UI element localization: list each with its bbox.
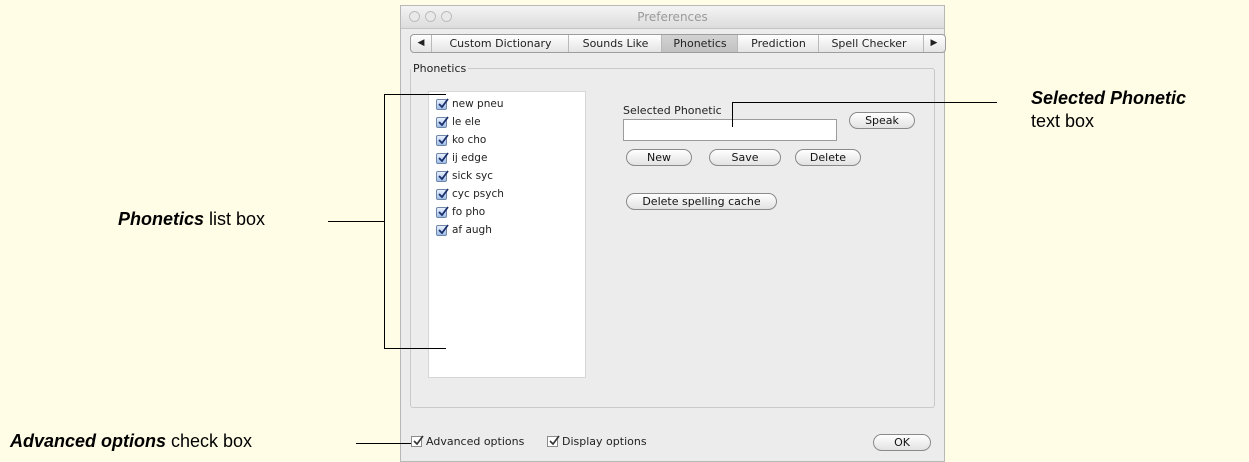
tab-custom-dictionary[interactable]: Custom Dictionary [431,35,569,52]
phonetics-group-label: Phonetics [411,62,469,75]
tab-sounds-like[interactable]: Sounds Like [568,35,662,52]
checkbox-checked-icon[interactable] [436,187,449,200]
callout-advanced-options: Advanced options check box [10,431,252,452]
delete-button[interactable]: Delete [795,149,861,166]
preferences-window: Preferences ◀ Custom Dictionary Sounds L… [400,5,946,462]
list-item[interactable]: le ele [436,113,481,131]
callout-bold-text: Phonetics [118,209,205,229]
title-bar: Preferences [401,6,944,29]
list-item-label: ko cho [452,134,487,146]
list-item[interactable]: new pneu [436,95,503,113]
callout-bracket-line [384,348,446,349]
list-item-label: sick syc [452,170,494,182]
checkbox-checked-icon[interactable] [547,435,560,447]
advanced-options-checkbox[interactable]: Advanced options [411,435,524,448]
tab-phonetics[interactable]: Phonetics [661,35,738,52]
list-item-label: le ele [452,116,481,128]
list-item-label: new pneu [452,98,504,110]
selected-phonetic-label: Selected Phonetic [623,104,722,117]
callout-leader-line [732,102,733,127]
callout-leader-line [732,102,997,103]
selected-phonetic-input[interactable] [623,119,837,141]
list-item-label: ij edge [452,152,488,164]
list-item[interactable]: ij edge [436,149,487,167]
callout-bold-text: Advanced options [10,431,167,451]
checkbox-checked-icon[interactable] [436,205,449,218]
checkbox-checked-icon[interactable] [436,151,449,164]
callout-bold-text: Selected Phonetic [1031,88,1187,108]
list-item[interactable]: ko cho [436,131,486,149]
checkbox-checked-icon[interactable] [436,223,449,236]
display-options-checkbox[interactable]: Display options [547,435,647,448]
tab-prediction[interactable]: Prediction [737,35,819,52]
window-title: Preferences [637,10,708,24]
tab-bar: ◀ Custom Dictionary Sounds Like Phonetic… [410,34,946,53]
checkbox-checked-icon[interactable] [436,115,449,128]
list-item[interactable]: sick syc [436,167,493,185]
ok-button[interactable]: OK [873,434,931,451]
phonetics-list-box[interactable]: new pneu le ele ko cho ij edge sick syc … [428,91,586,378]
callout-selected-phonetic: Selected Phonetic [1031,88,1186,109]
checkbox-checked-icon[interactable] [436,169,449,182]
save-button[interactable]: Save [709,149,781,166]
checkbox-checked-icon[interactable] [411,435,424,447]
list-item-label: cyc psych [452,188,504,200]
tab-scroll-left-icon[interactable]: ◀ [411,35,431,52]
speak-button[interactable]: Speak [849,112,915,129]
callout-plain-text: check box [166,431,253,451]
callout-leader-line [356,443,411,444]
callout-bracket-line [384,94,446,95]
delete-spelling-cache-button[interactable]: Delete spelling cache [626,193,777,210]
callout-leader-line [328,221,384,222]
checkbox-checked-icon[interactable] [436,133,449,146]
list-item[interactable]: cyc psych [436,185,504,203]
list-item[interactable]: fo pho [436,203,485,221]
display-options-label: Display options [562,435,647,448]
list-item-label: fo pho [452,206,486,218]
tab-scroll-right-icon[interactable]: ▶ [923,35,944,52]
advanced-options-label: Advanced options [426,435,525,448]
list-item[interactable]: af augh [436,221,492,239]
callout-phonetics-list: Phonetics list box [118,209,265,230]
callout-selected-phonetic-sub: text box [1031,111,1094,132]
checkbox-checked-icon[interactable] [436,97,449,110]
list-item-label: af augh [452,224,492,236]
callout-bracket-line [384,94,385,349]
callout-plain-text: text box [1031,111,1095,131]
callout-plain-text: list box [204,209,266,229]
new-button[interactable]: New [626,149,692,166]
tab-spell-checker[interactable]: Spell Checker [818,35,919,52]
